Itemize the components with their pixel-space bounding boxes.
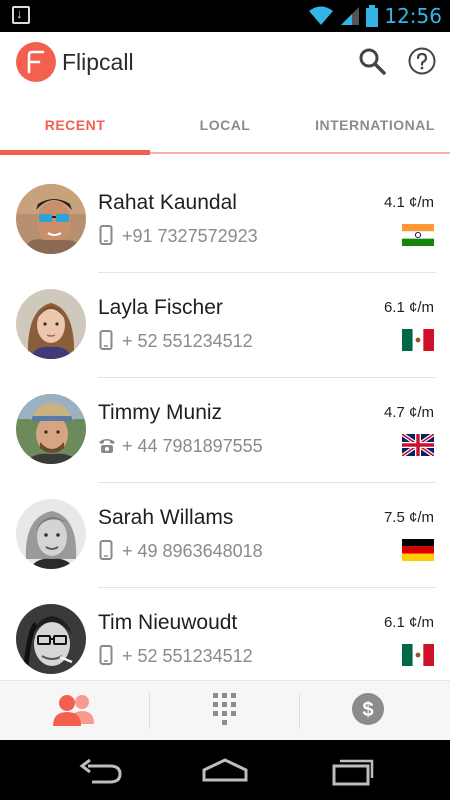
- call-rate: 7.5 ¢/m: [383, 509, 434, 526]
- dollar-icon[interactable]: $: [300, 681, 450, 741]
- avatar: [16, 499, 86, 569]
- contact-number: + 44 7981897555: [122, 436, 263, 456]
- search-icon[interactable]: [357, 46, 387, 76]
- uk-flag-icon: [402, 434, 434, 456]
- contact-name: Tim Nieuwoudt: [98, 611, 238, 634]
- tab-local[interactable]: LOCAL: [150, 102, 300, 154]
- contact-name: Timmy Muniz: [98, 401, 223, 424]
- flipcall-logo-icon: [16, 42, 56, 82]
- mobile-phone-icon: [98, 225, 114, 245]
- wifi-icon: [309, 6, 334, 25]
- contact-row[interactable]: Rahat Kaundal +91 7327572923 4.1 ¢/m: [0, 168, 450, 273]
- home-icon[interactable]: [200, 754, 250, 788]
- contact-number: + 49 8963648018: [122, 541, 263, 561]
- avatar: [16, 289, 86, 359]
- battery-icon: [366, 5, 379, 27]
- mobile-phone-icon: [98, 330, 114, 350]
- app-title: Flipcall: [62, 49, 134, 75]
- status-bar: 12:56: [0, 0, 450, 32]
- dialpad-icon[interactable]: [150, 681, 300, 741]
- mobile-phone-icon: [98, 645, 114, 665]
- contact-number: + 52 551234512: [122, 331, 253, 351]
- contact-row[interactable]: Timmy Muniz + 44 7981897555 4.7 ¢/m: [0, 378, 450, 483]
- avatar: [16, 184, 86, 254]
- contact-name: Layla Fischer: [98, 296, 223, 319]
- app-bar: Flipcall: [0, 32, 450, 92]
- avatar: [16, 604, 86, 674]
- signal-icon: [341, 7, 360, 25]
- landline-phone-icon: [98, 435, 115, 455]
- mexico-flag-icon: [402, 644, 434, 666]
- contact-row[interactable]: Sarah Willams + 49 8963648018 7.5 ¢/m: [0, 483, 450, 588]
- contact-row[interactable]: Layla Fischer + 52 551234512 6.1 ¢/m: [0, 273, 450, 378]
- tab-international[interactable]: INTERNATIONAL: [300, 102, 450, 154]
- call-rate: 4.1 ¢/m: [383, 194, 434, 211]
- system-navigation-bar: [0, 740, 450, 800]
- avatar: [16, 394, 86, 464]
- help-icon[interactable]: [407, 46, 437, 76]
- contact-row[interactable]: Tim Nieuwoudt + 52 551234512 6.1 ¢/m: [0, 588, 450, 680]
- contact-name: Sarah Willams: [98, 506, 234, 529]
- tab-recent[interactable]: RECENT: [0, 102, 150, 154]
- back-icon[interactable]: [76, 754, 126, 788]
- call-rate: 4.7 ¢/m: [383, 404, 434, 421]
- mobile-phone-icon: [98, 540, 114, 560]
- contacts-icon[interactable]: [0, 681, 150, 741]
- svg-text:$: $: [362, 699, 373, 721]
- tab-bar: RECENT LOCAL INTERNATIONAL: [0, 102, 450, 154]
- recents-icon[interactable]: [328, 754, 378, 788]
- contact-number: +91 7327572923: [122, 226, 258, 246]
- call-rate: 6.1 ¢/m: [383, 614, 434, 631]
- mexico-flag-icon: [402, 329, 434, 351]
- contact-number: + 52 551234512: [122, 646, 253, 666]
- tab-active-indicator: [0, 150, 150, 155]
- bottom-navigation: $: [0, 680, 450, 740]
- app-screen: Flipcall RECENT LOCAL INTERNATIONAL Raha…: [0, 32, 450, 740]
- status-time: 12:56: [384, 4, 442, 28]
- contact-name: Rahat Kaundal: [98, 191, 237, 214]
- germany-flag-icon: [402, 539, 434, 561]
- india-flag-icon: [402, 224, 434, 246]
- call-rate: 6.1 ¢/m: [383, 299, 434, 316]
- download-icon: [12, 6, 32, 26]
- recent-contacts-list: Rahat Kaundal +91 7327572923 4.1 ¢/m Lay…: [0, 168, 450, 680]
